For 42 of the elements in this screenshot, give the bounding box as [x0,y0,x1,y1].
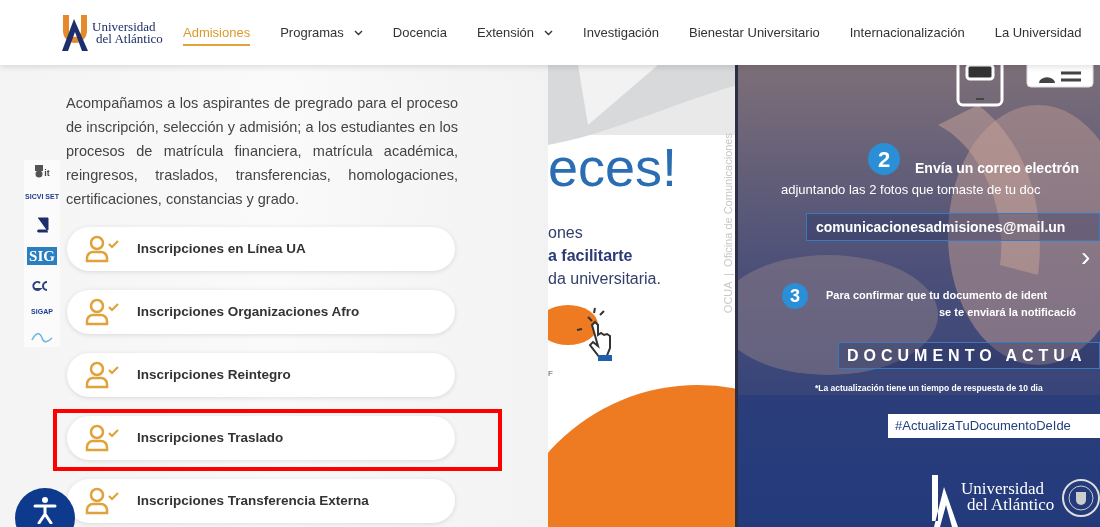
nav-link[interactable]: Internacionalización [849,18,965,47]
logo-text: Universidad [961,481,1046,497]
logo-text: del Atlántico [966,497,1055,513]
nav-link[interactable]: Docencia [392,18,447,47]
banner-text: a facilitarte [548,246,634,266]
banner-headline: eces! [548,136,678,199]
banner-footnote: F [548,368,553,380]
banner-text: da universitaria. [548,269,661,289]
user-check-icon [85,424,121,452]
user-check-icon [85,361,121,389]
nav-link[interactable]: La Universidad [994,18,1082,47]
step-text: se te enviará la notificació [939,305,1076,320]
nav-link[interactable]: Extensión [477,18,554,47]
footnote-text: *La actualización tiene un tiempo de respuesta de 10 dia [815,382,1043,395]
next-arrow[interactable]: › [1081,243,1091,271]
registration-button[interactable]: Inscripciones Reintegro [67,353,455,397]
registration-button[interactable]: Inscripciones Organizaciones Afro [67,290,455,334]
registration-button[interactable]: Inscripciones Traslado [67,416,455,460]
logo-text: del Atlántico [96,32,163,45]
hashtag-box: #ActualizaTuDocumentoDeIde [888,414,1100,438]
intro-paragraph: Acompañamos a los aspirantes de pregrado para el proceso de inscripción, selección y admisión; a los estudiantes en los procesos de matrícula financiera, matrícula académica, reingresos, traslados, transferencias, homologaciones, certificaciones, constancias y grado. [66,94,458,209]
registration-button[interactable]: Inscripciones en Línea UA [67,227,455,271]
email-box: comunicacionesadmisiones@mail.un [806,213,1100,241]
accessibility-icon [33,496,57,524]
user-check-icon [85,487,121,515]
step-text: Para confirmar que tu documento de ident [826,288,1048,303]
nav-link[interactable]: Investigación [583,18,659,47]
status-box: DOCUMENTO ACTUA [838,342,1100,369]
user-check-icon [85,298,121,326]
nav-link[interactable]: Programas [280,18,363,47]
app-link[interactable]: SIG [27,246,57,265]
user-check-icon [85,235,121,263]
logo-text: Universidad [92,20,157,33]
logo-icon[interactable] [60,12,90,53]
step-title: Envía un correo electrón [915,159,1080,178]
app-link[interactable]: it [34,164,50,178]
banner-text: ones [548,223,584,243]
seal-icon [1061,478,1100,518]
nav-link[interactable]: Bienestar Universitario [688,18,820,47]
registration-button[interactable]: Inscripciones Transferencia Externa [67,479,455,523]
logo-icon [930,473,960,527]
step-text: adjuntando las 2 fotos que tomaste de tu doc [781,181,1041,199]
